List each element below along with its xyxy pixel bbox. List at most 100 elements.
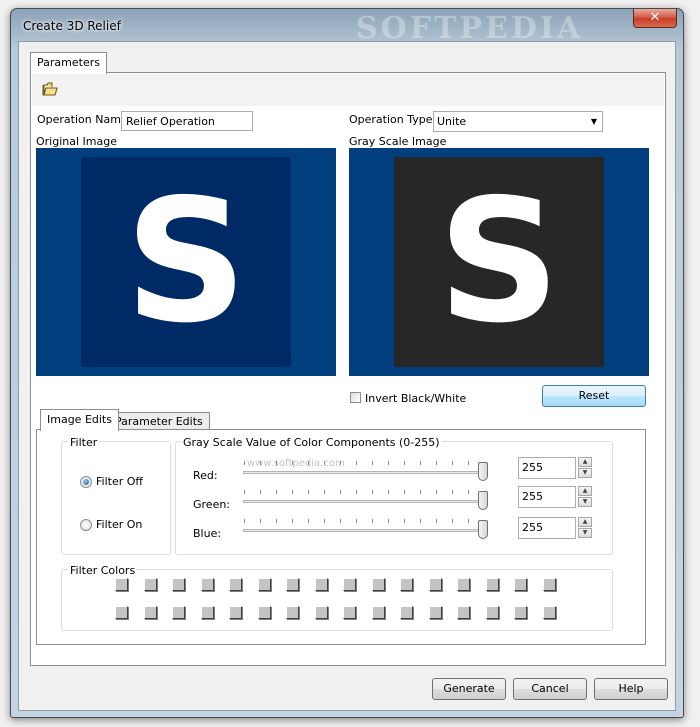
filter-color-swatch[interactable] (257, 578, 271, 591)
filter-color-swatch[interactable] (115, 578, 128, 591)
invert-checkbox[interactable] (350, 392, 361, 403)
filter-color-swatch[interactable] (172, 578, 185, 591)
dialog-client-area: Parameters Operation Name: Relief Operat… (18, 41, 676, 711)
filter-color-swatch[interactable] (343, 606, 356, 619)
original-image-label: Original Image (36, 135, 117, 148)
gray-scale-image-preview: S (349, 148, 649, 376)
tab-image-edits-label: Image Edits (47, 413, 112, 426)
chevron-down-icon: ▼ (590, 117, 597, 126)
blue-slider-track[interactable] (243, 529, 485, 532)
filter-group (61, 441, 171, 555)
gray-scale-image-label: Gray Scale Image (349, 135, 447, 148)
filter-color-swatch[interactable] (485, 578, 499, 591)
red-value-input[interactable]: 255 (518, 457, 576, 479)
close-button[interactable]: ✕ (633, 9, 677, 28)
filter-color-swatch[interactable] (371, 578, 385, 591)
triangle-up-icon: ▲ (582, 487, 588, 494)
filter-color-swatch[interactable] (371, 606, 385, 619)
red-slider-ticks (244, 461, 484, 465)
operation-type-value: Unite (437, 115, 467, 128)
original-image-preview: S (36, 148, 336, 376)
folder-open-icon[interactable] (42, 82, 58, 96)
filter-color-swatch[interactable] (514, 606, 527, 619)
operation-type-select[interactable]: Unite ▼ (433, 111, 603, 132)
green-spin-down[interactable]: ▼ (578, 497, 592, 507)
blue-slider-ticks (244, 519, 484, 523)
filter-color-swatch[interactable] (257, 606, 271, 619)
filter-color-swatch[interactable] (286, 606, 299, 619)
filter-color-swatch[interactable] (314, 606, 328, 619)
title-bar[interactable]: Create 3D Relief SOFTPEDIA ✕ (11, 9, 683, 46)
filter-off-radio[interactable] (80, 476, 92, 488)
green-value-input[interactable]: 255 (518, 486, 576, 508)
red-slider-thumb[interactable] (478, 462, 488, 481)
dialog-window: Create 3D Relief SOFTPEDIA ✕ Parameters … (10, 8, 684, 718)
filter-color-swatch[interactable] (400, 606, 413, 619)
red-slider-track[interactable] (243, 471, 485, 474)
green-spin-up[interactable]: ▲ (578, 486, 592, 496)
triangle-up-icon: ▲ (582, 458, 588, 465)
red-spin-up[interactable]: ▲ (578, 457, 592, 467)
filter-color-swatch[interactable] (542, 578, 556, 591)
close-icon: ✕ (649, 10, 661, 25)
filter-color-swatch[interactable] (115, 606, 128, 619)
reset-button[interactable]: Reset (542, 385, 646, 407)
filter-color-swatch[interactable] (457, 578, 470, 591)
filter-color-swatch[interactable] (400, 578, 413, 591)
help-button[interactable]: Help (594, 678, 668, 700)
generate-button-label: Generate (443, 682, 495, 695)
gray-scale-image-glyph: S (437, 163, 561, 361)
filter-color-swatch[interactable] (485, 606, 499, 619)
filter-color-swatch[interactable] (457, 606, 470, 619)
blue-slider-thumb[interactable] (478, 520, 488, 539)
triangle-up-icon: ▲ (582, 518, 588, 525)
blue-label: Blue: (193, 527, 222, 540)
cancel-button[interactable]: Cancel (513, 678, 587, 700)
tab-parameter-edits-label: Parameter Edits (115, 415, 203, 428)
tab-parameters-label: Parameters (37, 56, 100, 69)
operation-name-label: Operation Name: (37, 113, 132, 126)
filter-color-swatch[interactable] (286, 578, 299, 591)
filter-on-radio[interactable] (80, 519, 92, 531)
blue-spin-up[interactable]: ▲ (578, 517, 592, 527)
window-title: Create 3D Relief (23, 19, 121, 33)
filter-color-swatch[interactable] (428, 578, 442, 591)
image-edits-panel: Filter Filter Off Filter On Gray Scale V… (36, 429, 646, 645)
blue-spin-down[interactable]: ▼ (578, 528, 592, 538)
filter-off-label: Filter Off (96, 475, 143, 488)
filter-color-swatch[interactable] (143, 606, 157, 619)
filter-color-swatch[interactable] (200, 606, 214, 619)
triangle-down-icon: ▼ (582, 498, 588, 505)
green-slider-ticks (244, 490, 484, 494)
toolbar (32, 74, 664, 106)
filter-color-swatch[interactable] (200, 578, 214, 591)
filter-color-swatch[interactable] (514, 578, 527, 591)
filter-color-swatch[interactable] (229, 606, 242, 619)
gray-scale-image-canvas: S (394, 157, 604, 367)
tab-parameter-edits[interactable]: Parameter Edits (108, 412, 210, 430)
generate-button[interactable]: Generate (432, 678, 506, 700)
filter-color-swatch[interactable] (172, 606, 185, 619)
tab-image-edits[interactable]: Image Edits (40, 409, 119, 431)
filter-colors-title: Filter Colors (68, 564, 138, 577)
operation-name-input[interactable]: Relief Operation (121, 111, 253, 131)
invert-label: Invert Black/White (365, 392, 467, 405)
filter-color-swatch[interactable] (428, 606, 442, 619)
original-image-canvas: S (81, 157, 291, 367)
blue-value-input[interactable]: 255 (518, 517, 576, 539)
triangle-down-icon: ▼ (582, 529, 588, 536)
triangle-down-icon: ▼ (582, 469, 588, 476)
gray-scale-components-title: Gray Scale Value of Color Components (0-… (181, 436, 442, 449)
filter-color-swatch[interactable] (229, 578, 242, 591)
filter-color-swatch[interactable] (542, 606, 556, 619)
green-slider-thumb[interactable] (478, 491, 488, 510)
filter-color-swatch[interactable] (343, 578, 356, 591)
filter-group-title: Filter (68, 436, 100, 449)
green-slider-track[interactable] (243, 500, 485, 503)
tab-parameters[interactable]: Parameters (30, 52, 107, 74)
filter-color-swatch[interactable] (314, 578, 328, 591)
green-label: Green: (193, 498, 231, 511)
filter-color-swatch[interactable] (143, 578, 157, 591)
red-label: Red: (193, 469, 218, 482)
red-spin-down[interactable]: ▼ (578, 468, 592, 478)
